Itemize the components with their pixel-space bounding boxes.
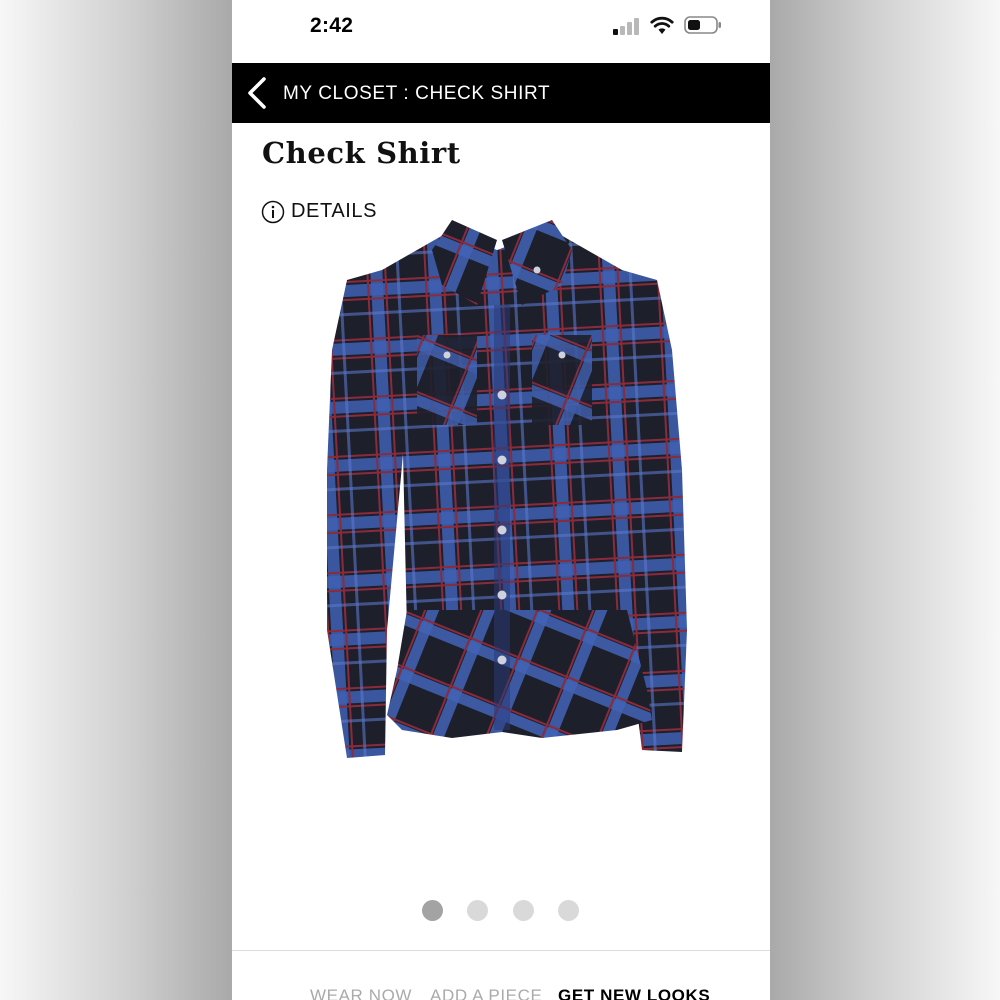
carousel-dot[interactable] <box>513 900 534 921</box>
background-right <box>770 0 1000 1000</box>
phone-screen: 2:42 MY CLOSET : CHECK SHIRT Check Shirt <box>232 0 770 1000</box>
tab-get-new-looks[interactable]: GET NEW LOOKS <box>558 986 710 1000</box>
status-bar: 2:42 <box>232 0 770 62</box>
divider <box>232 950 770 951</box>
carousel-dot[interactable] <box>467 900 488 921</box>
bottom-tab-bar: WEAR NOW ADD A PIECE GET NEW LOOKS <box>232 986 770 1000</box>
info-icon <box>261 200 285 224</box>
breadcrumb: MY CLOSET : CHECK SHIRT <box>283 83 551 104</box>
carousel-pagination <box>232 900 770 924</box>
page-title: Check Shirt <box>262 136 461 170</box>
chevron-left-icon[interactable] <box>245 76 269 110</box>
tab-wear-now[interactable]: WEAR NOW <box>310 986 412 1000</box>
cellular-signal-icon <box>613 17 643 35</box>
battery-icon <box>684 16 721 34</box>
nav-bar: MY CLOSET : CHECK SHIRT <box>232 63 770 123</box>
wifi-icon <box>650 16 674 34</box>
plaid-shirt-image[interactable] <box>287 210 717 770</box>
carousel-dot[interactable] <box>558 900 579 921</box>
tab-add-a-piece[interactable]: ADD A PIECE <box>430 986 542 1000</box>
status-time: 2:42 <box>310 14 354 37</box>
background-left <box>0 0 232 1000</box>
carousel-dot[interactable] <box>422 900 443 921</box>
